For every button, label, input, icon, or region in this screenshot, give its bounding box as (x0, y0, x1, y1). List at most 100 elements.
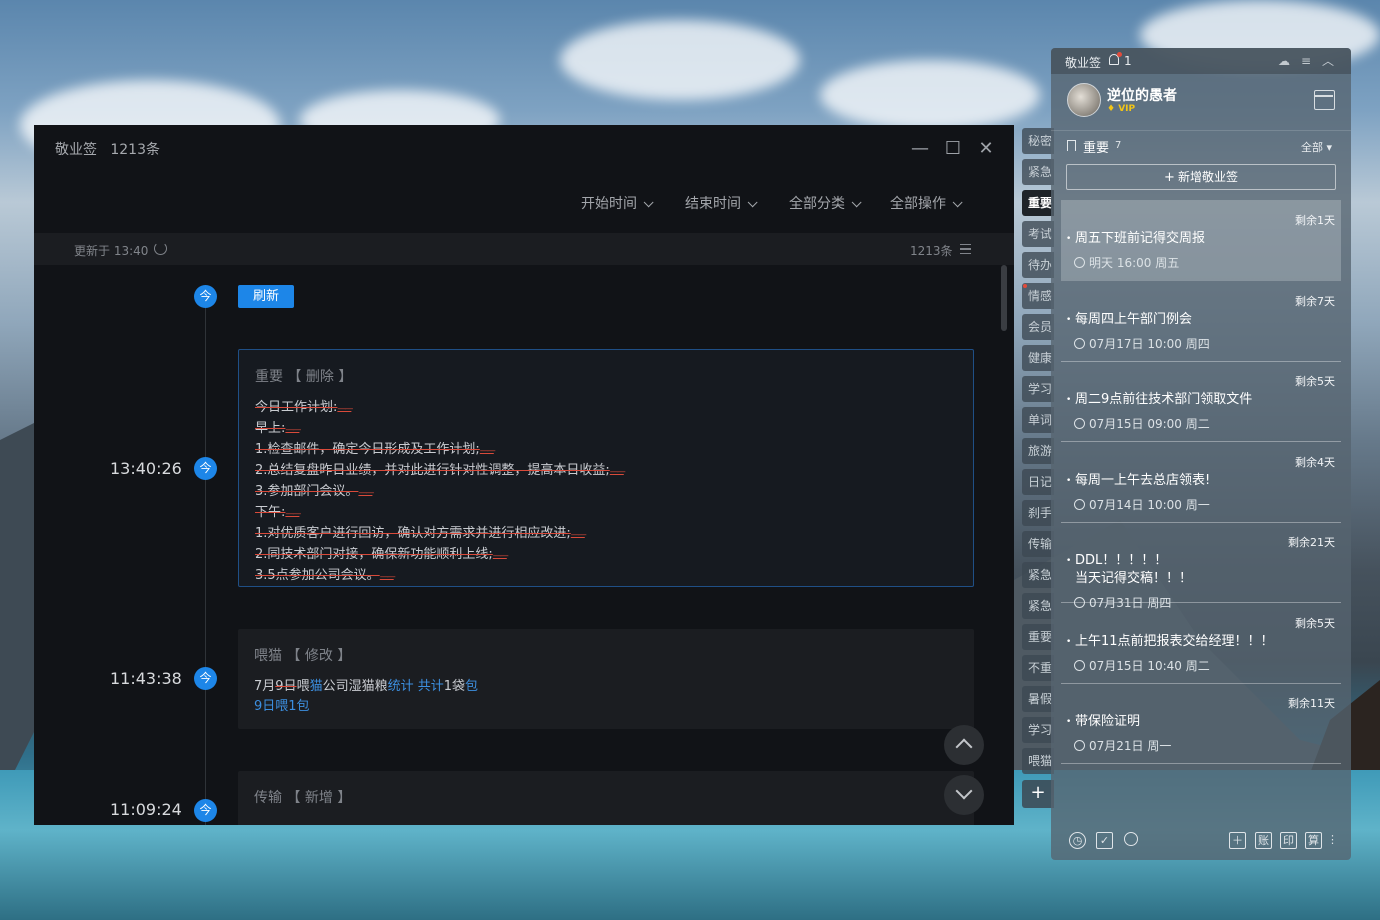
category-tab[interactable]: 学习 (1022, 376, 1054, 402)
category-tabs: + 秘密 紧急 重要 考试 待办 情感 会员 健康 学习 单词 旅游 日记 刹手 传输 紧急 紧急 重要 不重 暑假… (1022, 128, 1054, 808)
chevron-down-icon (952, 197, 963, 208)
status-bar: 更新于 13:40 1213条 (34, 233, 1014, 265)
added-text: 包 (465, 679, 479, 694)
remaining-days: 剩余21天 (1288, 536, 1335, 549)
entry-time: 11:43:38 (110, 669, 182, 688)
add-category-button[interactable]: + (1022, 780, 1054, 808)
scroll-down-button[interactable] (944, 775, 984, 815)
entry-header: 喂猫 【 修改 】 (254, 648, 352, 664)
todo-title: 周二9点前往技术部门领取文件 (1066, 391, 1252, 409)
entry-diff-line: 9日喂1包 (254, 699, 310, 714)
notification-count: 1 (1124, 54, 1132, 68)
category-tab[interactable]: 传输 (1022, 531, 1054, 557)
repeat-icon (1074, 257, 1085, 268)
cloud (820, 60, 1040, 130)
deleted-line: 2.总结复盘昨日业绩，并对此进行针对性调整，提高本日收益; (255, 461, 973, 482)
category-tab[interactable]: 会员 (1022, 314, 1054, 340)
flag-icon (1067, 140, 1076, 151)
todo-reminder: 07月15日 09:00 周二 (1074, 415, 1210, 432)
refresh-button[interactable]: 刷新 (238, 285, 294, 308)
added-text: 统计 (387, 679, 414, 694)
todo-item[interactable]: 剩余4天每周一上午去总店领表! 07月14日 10:00 周一 (1061, 442, 1341, 523)
todo-item[interactable]: 剩余1天周五下班前记得交周报明天 16:00 周五 (1061, 200, 1341, 281)
updated-time: 更新于 13:40 (74, 244, 149, 258)
ledger-icon[interactable]: 账 (1255, 832, 1272, 849)
print-icon[interactable]: 印 (1280, 832, 1297, 849)
start-time-filter[interactable]: 开始时间 (581, 193, 654, 213)
category-tab[interactable]: 暑假 (1022, 686, 1054, 712)
category-tab[interactable]: 喂猫 (1022, 748, 1054, 774)
category-tab[interactable]: 重要 (1022, 624, 1054, 650)
operation-filter[interactable]: 全部操作 (890, 193, 963, 213)
category-tab[interactable]: 重要 (1022, 190, 1054, 216)
entry-node: 今 (194, 667, 217, 690)
list-icon[interactable] (960, 244, 971, 254)
scrollbar-thumb[interactable] (1001, 265, 1007, 331)
search-icon[interactable] (1124, 832, 1138, 846)
category-tab[interactable]: 健康 (1022, 345, 1054, 371)
menu-icon[interactable]: ≡ (1299, 54, 1313, 68)
category-tab[interactable]: 秘密 (1022, 128, 1054, 154)
chevron-up-icon (955, 738, 973, 756)
todo-reminder: 明天 16:00 周五 (1074, 254, 1179, 271)
category-tab[interactable]: 考试 (1022, 221, 1054, 247)
category-tab[interactable]: 紧急 (1022, 159, 1054, 185)
history-entry-card[interactable]: 喂猫 【 修改 】 7月9日喂猫公司湿猫粮统计 共计1袋包 9日喂1包 (238, 629, 974, 729)
category-filter[interactable]: 全部分类 (789, 193, 862, 213)
entry-category: 喂猫 (254, 648, 282, 664)
panel-title-bar: 敬业签 1 ☁ ≡ ︿ (1051, 48, 1351, 74)
filter-all-dropdown[interactable]: 全部 ▾ (1301, 139, 1332, 155)
add-note-icon[interactable]: ＋ (1229, 832, 1246, 849)
unchanged-text: 7月 (254, 679, 276, 694)
calendar-check-icon[interactable]: ✓ (1096, 832, 1113, 849)
category-tab[interactable]: 刹手 (1022, 500, 1054, 526)
add-note-button[interactable]: + 新增敬业签 (1066, 164, 1336, 190)
more-icon[interactable]: ⋮ (1327, 832, 1338, 849)
repeat-icon (1074, 337, 1085, 349)
category-tab[interactable]: 情感 (1022, 283, 1054, 309)
repeat-icon (1074, 418, 1085, 429)
history-entry-card[interactable]: 传输 【 新增 】 (238, 771, 974, 825)
todo-item[interactable]: 剩余21天DDL！！！！！当天记得交稿！！！07月31日 周四 (1061, 522, 1341, 610)
maximize-icon[interactable]: ☐ (943, 139, 963, 159)
avatar[interactable] (1067, 83, 1101, 117)
todo-title: 每周四上午部门例会 (1066, 311, 1192, 329)
category-name: 重要 (1083, 141, 1110, 156)
remaining-days: 剩余5天 (1295, 616, 1335, 630)
entry-node: 今 (194, 799, 217, 822)
bell-icon[interactable] (1109, 52, 1122, 65)
deleted-line: 下午: (255, 503, 973, 524)
category-tab[interactable]: 学习 (1022, 717, 1054, 743)
cloud-sync-icon[interactable]: ☁ (1277, 54, 1291, 68)
todo-item[interactable]: 剩余11天带保险证明 07月21日 周一 (1061, 683, 1341, 764)
calc-icon[interactable]: 算 (1305, 832, 1322, 849)
category-tab[interactable]: 单词 (1022, 407, 1054, 433)
category-count: 7 (1115, 140, 1122, 151)
todo-item[interactable]: 剩余7天每周四上午部门例会 07月17日 10:00 周四 (1061, 281, 1341, 362)
category-tab[interactable]: 待办 (1022, 252, 1054, 278)
panel-app-name: 敬业签 (1065, 56, 1102, 70)
todo-item[interactable]: 剩余5天上午11点前把报表交给经理！！！ 07月15日 10:40 周二 (1061, 603, 1341, 684)
todo-item[interactable]: 剩余5天周二9点前往技术部门领取文件 07月15日 09:00 周二 (1061, 361, 1341, 442)
close-icon[interactable]: ✕ (976, 139, 996, 159)
category-tab[interactable]: 日记 (1022, 469, 1054, 495)
category-tab[interactable]: 旅游 (1022, 438, 1054, 464)
entry-category: 传输 (254, 790, 282, 806)
refresh-icon[interactable] (154, 242, 167, 255)
minimize-icon[interactable]: — (910, 139, 930, 159)
collapse-icon[interactable]: ︿ (1321, 54, 1335, 68)
unchanged-text: 公司湿猫粮 (322, 679, 388, 694)
end-time-filter[interactable]: 结束时间 (685, 193, 758, 213)
calendar-icon[interactable] (1314, 90, 1335, 110)
scroll-up-button[interactable] (944, 725, 984, 765)
category-tab[interactable]: 紧急 (1022, 593, 1054, 619)
title-bar: 敬业签 1213条 — ☐ ✕ (34, 125, 1014, 173)
entry-time: 13:40:26 (110, 459, 182, 478)
clock-icon[interactable]: ◷ (1069, 832, 1086, 849)
entry-action: 删除 (305, 369, 334, 385)
category-tab[interactable]: 不重 (1022, 655, 1054, 681)
history-entry-card[interactable]: 重要 【 删除 】 今日工作计划:早上:1.检查邮件，确定今日形成及工作计划;2… (238, 349, 974, 587)
deleted-line: 1.对优质客户进行回访，确认对方需求并进行相应改进; (255, 524, 973, 545)
deleted-line: 3.参加部门会议。 (255, 482, 973, 503)
category-tab[interactable]: 紧急 (1022, 562, 1054, 588)
